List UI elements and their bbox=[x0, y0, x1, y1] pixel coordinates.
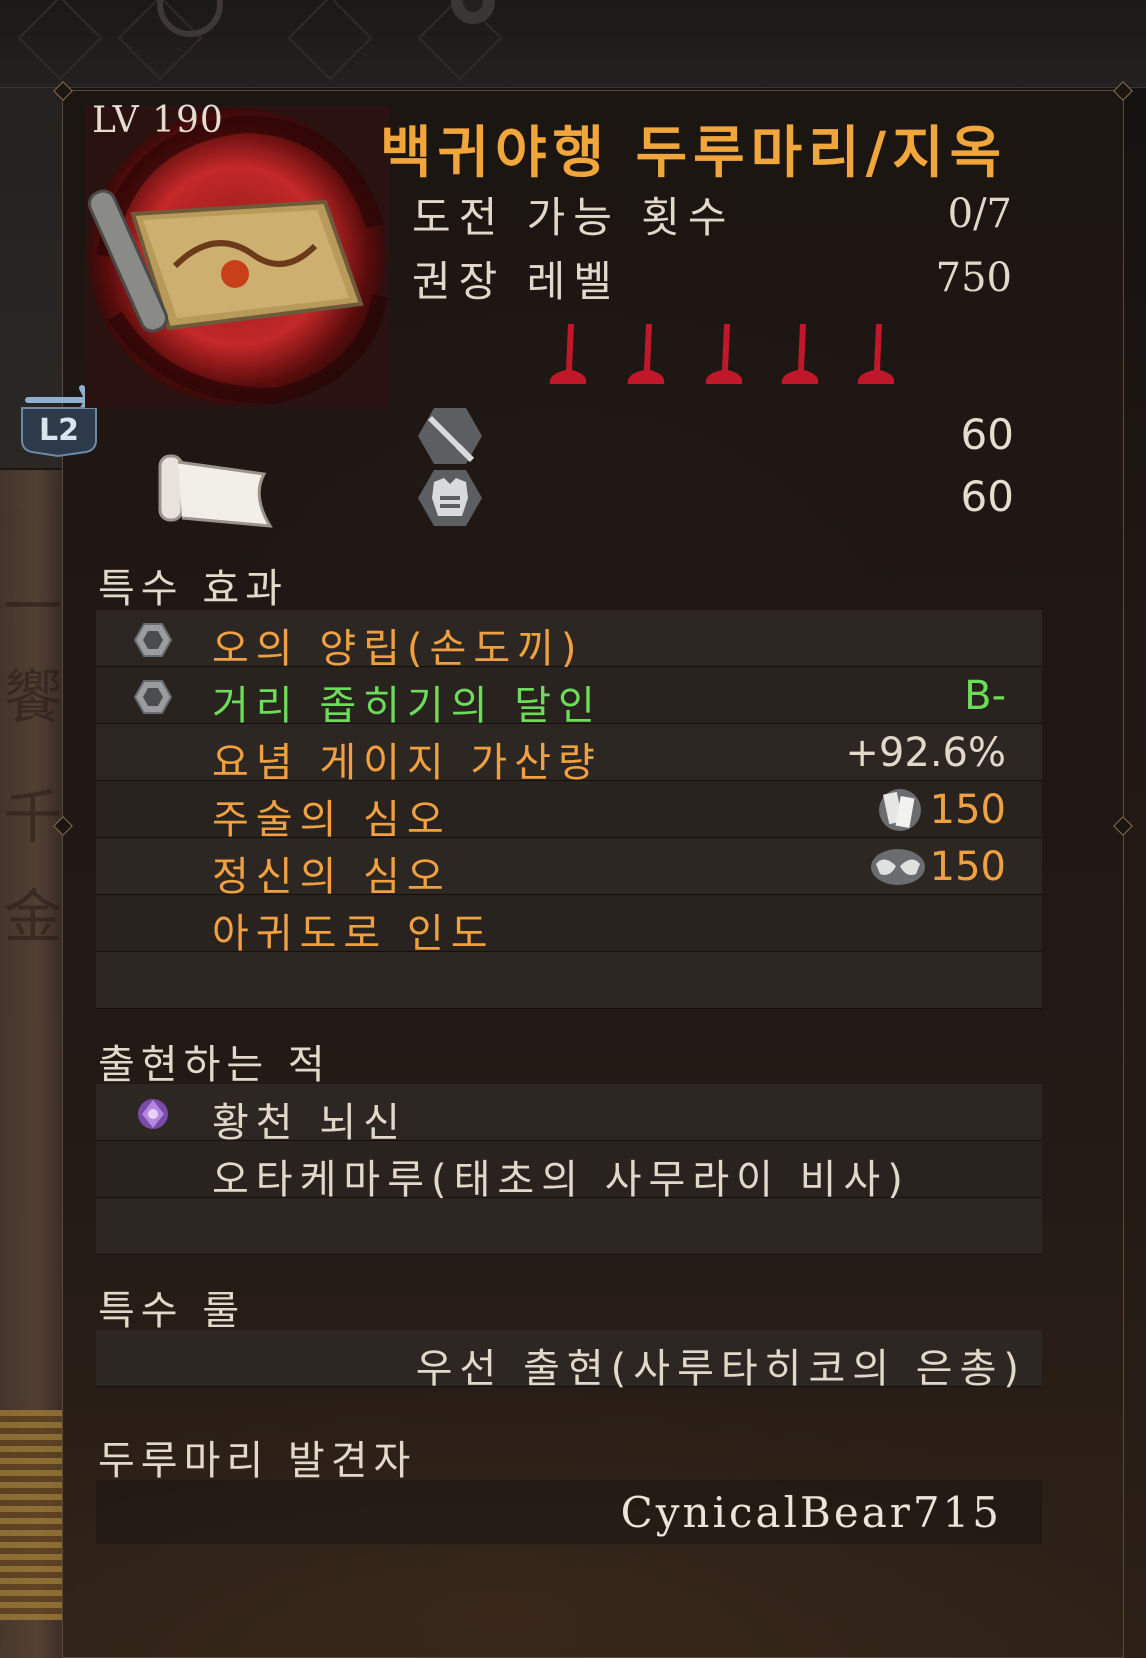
effect-name: 요념 게이지 가산량 bbox=[212, 740, 602, 786]
stat-value: 0/7 bbox=[947, 191, 1012, 237]
purple-spirit-icon bbox=[138, 1099, 168, 1129]
effect-name: 정신의 심오 bbox=[212, 854, 451, 900]
armor-icon bbox=[418, 470, 482, 526]
armor-stat: 60 bbox=[418, 468, 1014, 528]
effect-name: 오의 양립(손도끼) bbox=[212, 626, 584, 672]
talisman-icon bbox=[878, 789, 921, 831]
decor-diamond bbox=[17, 0, 103, 81]
rank-pin-icon bbox=[549, 324, 895, 384]
stat-label: 권장 레벨 bbox=[412, 256, 620, 306]
gear-icon bbox=[451, 0, 495, 24]
stat-attempts: 도전 가능 횟수 0/7 bbox=[412, 184, 1012, 244]
enemies-list: 황천 뇌신 오타케마루(태초의 사무라이 비사) bbox=[96, 1084, 1042, 1255]
effect-name: 주술의 심오 bbox=[212, 797, 451, 843]
top-menu-bar bbox=[0, 0, 1146, 88]
stat-label: 도전 가능 횟수 bbox=[412, 192, 735, 242]
effect-row[interactable]: 거리 좁히기의 달인 B- bbox=[96, 667, 1042, 729]
effect-value: B- bbox=[964, 673, 1006, 719]
l2-label: L2 bbox=[39, 413, 79, 448]
stat-value: 750 bbox=[935, 255, 1012, 301]
effect-name: 거리 좁히기의 달인 bbox=[212, 683, 602, 729]
effect-value: 150 bbox=[929, 787, 1006, 833]
level-label: LV 190 bbox=[92, 100, 224, 141]
hex-gem-icon bbox=[134, 680, 172, 714]
stat-recommended-level: 권장 레벨 750 bbox=[412, 248, 1012, 308]
effect-value-group: 150 bbox=[870, 844, 1006, 890]
left-scroll-banner: 一 饗 千 金 bbox=[0, 470, 62, 1658]
effect-value-group: 150 bbox=[874, 787, 1006, 833]
hex-gem-icon bbox=[134, 623, 172, 657]
hands-icon bbox=[870, 849, 925, 885]
enemy-row[interactable]: 오타케마루(태초의 사무라이 비사) bbox=[96, 1141, 1042, 1203]
enemies-title: 출현하는 적 bbox=[98, 1042, 331, 1088]
enemy-name: 황천 뇌신 bbox=[212, 1100, 407, 1146]
rule-text: 우선 출현(사루타히코의 은총) bbox=[415, 1346, 1026, 1392]
gold-texture bbox=[0, 1410, 62, 1620]
effect-row[interactable]: 오의 양립(손도끼) bbox=[96, 610, 1042, 672]
special-rule-list: 우선 출현(사루타히코의 은총) bbox=[96, 1330, 1042, 1392]
weapon-value: 60 bbox=[960, 410, 1014, 459]
effect-row[interactable]: 아귀도로 인도 bbox=[96, 895, 1042, 957]
item-title: 백귀야행 두루마리/지옥 bbox=[380, 121, 1008, 186]
effect-value: +92.6% bbox=[845, 730, 1006, 776]
enemy-row[interactable]: 황천 뇌신 bbox=[96, 1084, 1042, 1146]
discoverer-title: 두루마리 발견자 bbox=[98, 1438, 417, 1484]
scroll-item-art bbox=[85, 106, 390, 408]
empty-row bbox=[96, 952, 1042, 1009]
weapon-stat: 60 bbox=[418, 406, 1014, 466]
effect-row[interactable]: 요념 게이지 가산량 +92.6% bbox=[96, 724, 1042, 786]
scroll-type-icon bbox=[158, 454, 273, 528]
effect-name: 아귀도로 인도 bbox=[212, 911, 495, 957]
special-rule-title: 특수 룰 bbox=[98, 1288, 246, 1334]
sword-icon bbox=[418, 408, 482, 464]
effect-row[interactable]: 정신의 심오 150 bbox=[96, 838, 1042, 900]
armor-value: 60 bbox=[960, 472, 1014, 521]
rule-row[interactable]: 우선 출현(사루타히코의 은총) bbox=[96, 1330, 1042, 1392]
empty-row bbox=[96, 1198, 1042, 1255]
effect-value: 150 bbox=[929, 844, 1006, 890]
enemy-name: 오타케마루(태초의 사무라이 비사) bbox=[212, 1157, 910, 1203]
effect-row[interactable]: 주술의 심오 150 bbox=[96, 781, 1042, 843]
rank-pins bbox=[549, 324, 895, 384]
special-effects-title: 특수 효과 bbox=[98, 566, 288, 612]
discoverer-name: CynicalBear715 bbox=[620, 1488, 1002, 1537]
crest-icon bbox=[157, 0, 223, 37]
decor-diamond bbox=[287, 0, 373, 81]
special-effects-list: 오의 양립(손도끼) 거리 좁히기의 달인 B- 요념 게이지 가산량 +92.… bbox=[96, 610, 1042, 1009]
discoverer-row: CynicalBear715 bbox=[96, 1480, 1042, 1544]
